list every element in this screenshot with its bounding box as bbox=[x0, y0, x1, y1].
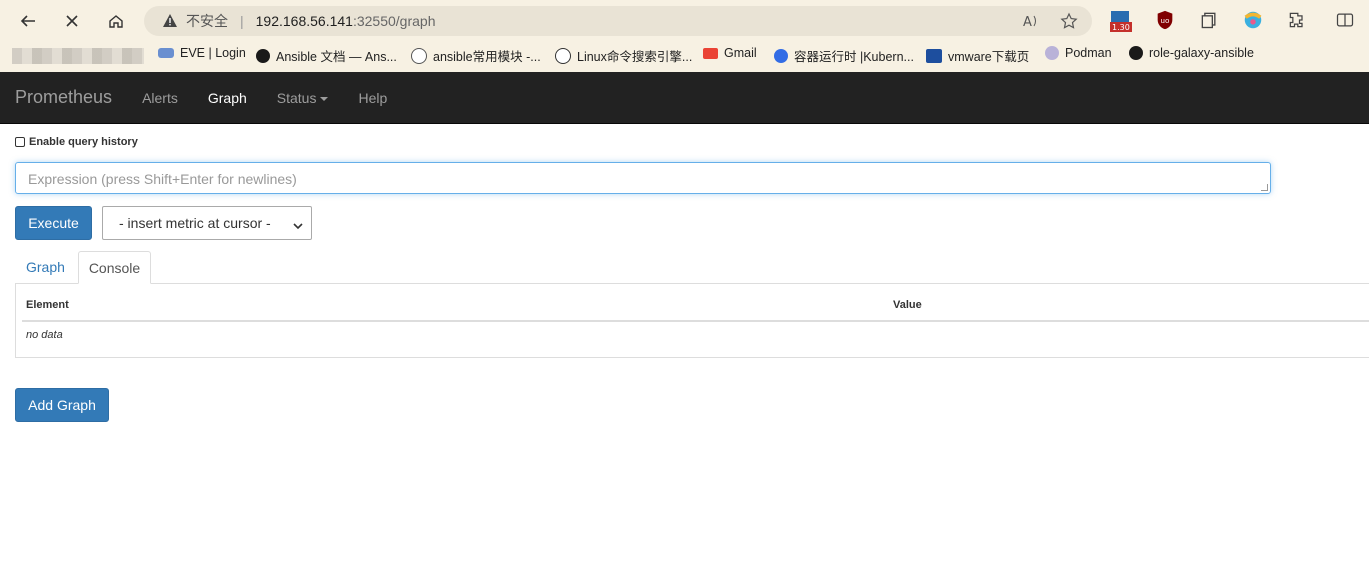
warning-icon[interactable] bbox=[162, 13, 178, 29]
resize-handle-icon[interactable] bbox=[1261, 184, 1268, 191]
svg-text:uo: uo bbox=[1160, 16, 1170, 25]
home-icon[interactable] bbox=[103, 8, 129, 34]
view-tabs: Graph Console bbox=[15, 251, 1369, 284]
nav-status[interactable]: Status bbox=[262, 90, 344, 106]
expression-input[interactable]: Expression (press Shift+Enter for newlin… bbox=[15, 162, 1271, 194]
ublock-icon[interactable]: uo bbox=[1153, 8, 1177, 32]
browser-chrome: 不安全 | 192.168.56.141:32550/graph A 1.30 … bbox=[0, 0, 1369, 72]
bookmark-eve[interactable]: EVE | Login bbox=[158, 46, 246, 60]
read-aloud-icon[interactable]: A bbox=[1022, 12, 1040, 30]
metric-select-value: - insert metric at cursor - bbox=[119, 215, 271, 231]
bookmark-label: 容器运行时 |Kubern... bbox=[794, 50, 914, 64]
extension-badge: 1.30 bbox=[1112, 23, 1130, 32]
url-host: 192.168.56.141 bbox=[255, 13, 353, 29]
browser-toolbar: 不安全 | 192.168.56.141:32550/graph A 1.30 … bbox=[0, 0, 1369, 40]
expression-placeholder: Expression (press Shift+Enter for newlin… bbox=[28, 171, 297, 187]
nav-alerts[interactable]: Alerts bbox=[127, 90, 193, 106]
svg-text:A: A bbox=[1023, 15, 1032, 30]
bookmark-vmware[interactable]: vmware下载页 bbox=[926, 46, 1029, 65]
address-bar[interactable]: 不安全 | 192.168.56.141:32550/graph A bbox=[144, 6, 1092, 36]
blurred-bookmark[interactable] bbox=[12, 48, 144, 64]
console-panel: Element Value no data bbox=[15, 283, 1369, 358]
bookmark-podman[interactable]: Podman bbox=[1045, 46, 1112, 60]
column-header-value: Value bbox=[893, 299, 922, 311]
column-header-element: Element bbox=[26, 299, 69, 311]
brand-link[interactable]: Prometheus bbox=[15, 87, 112, 108]
bookmarks-bar: EVE | Login Ansible 文档 — Ans... ansible常… bbox=[0, 40, 1369, 72]
nav-graph[interactable]: Graph bbox=[193, 90, 262, 106]
tab-console[interactable]: Console bbox=[78, 251, 151, 284]
nav-status-label: Status bbox=[276, 89, 317, 106]
add-graph-button[interactable]: Add Graph bbox=[15, 388, 109, 422]
extension-icon[interactable]: 1.30 bbox=[1108, 8, 1132, 32]
ansible-icon bbox=[1129, 46, 1143, 60]
bookmark-label: ansible常用模块 -... bbox=[433, 50, 541, 64]
bookmark-ansible-docs[interactable]: Ansible 文档 — Ans... bbox=[256, 46, 397, 65]
caret-down-icon bbox=[320, 96, 329, 101]
back-icon[interactable] bbox=[15, 8, 41, 34]
vmware-icon bbox=[926, 48, 942, 63]
eve-icon bbox=[158, 48, 174, 58]
bookmark-label: Podman bbox=[1065, 46, 1112, 60]
bookmark-label: vmware下载页 bbox=[948, 50, 1030, 64]
kubernetes-icon bbox=[774, 48, 788, 63]
bookmark-label: Gmail bbox=[724, 46, 757, 60]
empty-state: no data bbox=[26, 329, 63, 341]
extensions-puzzle-icon[interactable] bbox=[1285, 8, 1309, 32]
bookmark-label: Linux命令搜索引擎... bbox=[577, 50, 693, 64]
split-screen-icon[interactable] bbox=[1333, 8, 1357, 32]
bookmark-kubernetes[interactable]: 容器运行时 |Kubern... bbox=[774, 46, 914, 65]
bookmark-label: role-galaxy-ansible bbox=[1149, 46, 1254, 60]
url-path: :32550/graph bbox=[352, 13, 436, 29]
table-divider bbox=[22, 320, 1369, 322]
history-checkbox[interactable] bbox=[15, 137, 25, 147]
execute-button[interactable]: Execute bbox=[15, 206, 92, 240]
favorite-star-icon[interactable] bbox=[1060, 12, 1078, 30]
query-history-toggle[interactable]: Enable query history bbox=[15, 136, 138, 148]
linux-penguin-icon bbox=[555, 47, 571, 64]
collections-icon[interactable] bbox=[1197, 8, 1221, 32]
history-label: Enable query history bbox=[29, 136, 138, 148]
colorful-extension-icon[interactable] bbox=[1241, 8, 1265, 32]
ansible-icon bbox=[256, 48, 270, 63]
bookmark-ansible-modules[interactable]: ansible常用模块 -... bbox=[411, 46, 541, 65]
tab-graph[interactable]: Graph bbox=[15, 251, 76, 283]
bookmark-role-galaxy[interactable]: role-galaxy-ansible bbox=[1129, 46, 1254, 60]
podman-icon bbox=[1045, 46, 1059, 60]
metric-select[interactable]: - insert metric at cursor - bbox=[102, 206, 312, 240]
bookmark-label: Ansible 文档 — Ans... bbox=[276, 50, 397, 64]
csdn-icon bbox=[411, 47, 427, 64]
gmail-icon bbox=[703, 47, 718, 59]
address-separator: | bbox=[240, 13, 244, 29]
chevron-down-icon bbox=[293, 218, 303, 234]
bookmark-gmail[interactable]: Gmail bbox=[703, 46, 757, 60]
bookmark-label: EVE | Login bbox=[180, 46, 246, 60]
bookmark-linux[interactable]: Linux命令搜索引擎... bbox=[555, 46, 692, 65]
stop-icon[interactable] bbox=[59, 8, 85, 34]
insecure-label: 不安全 bbox=[186, 13, 228, 29]
nav-help[interactable]: Help bbox=[343, 90, 402, 106]
prometheus-navbar: Prometheus Alerts Graph Status Help bbox=[0, 72, 1369, 124]
